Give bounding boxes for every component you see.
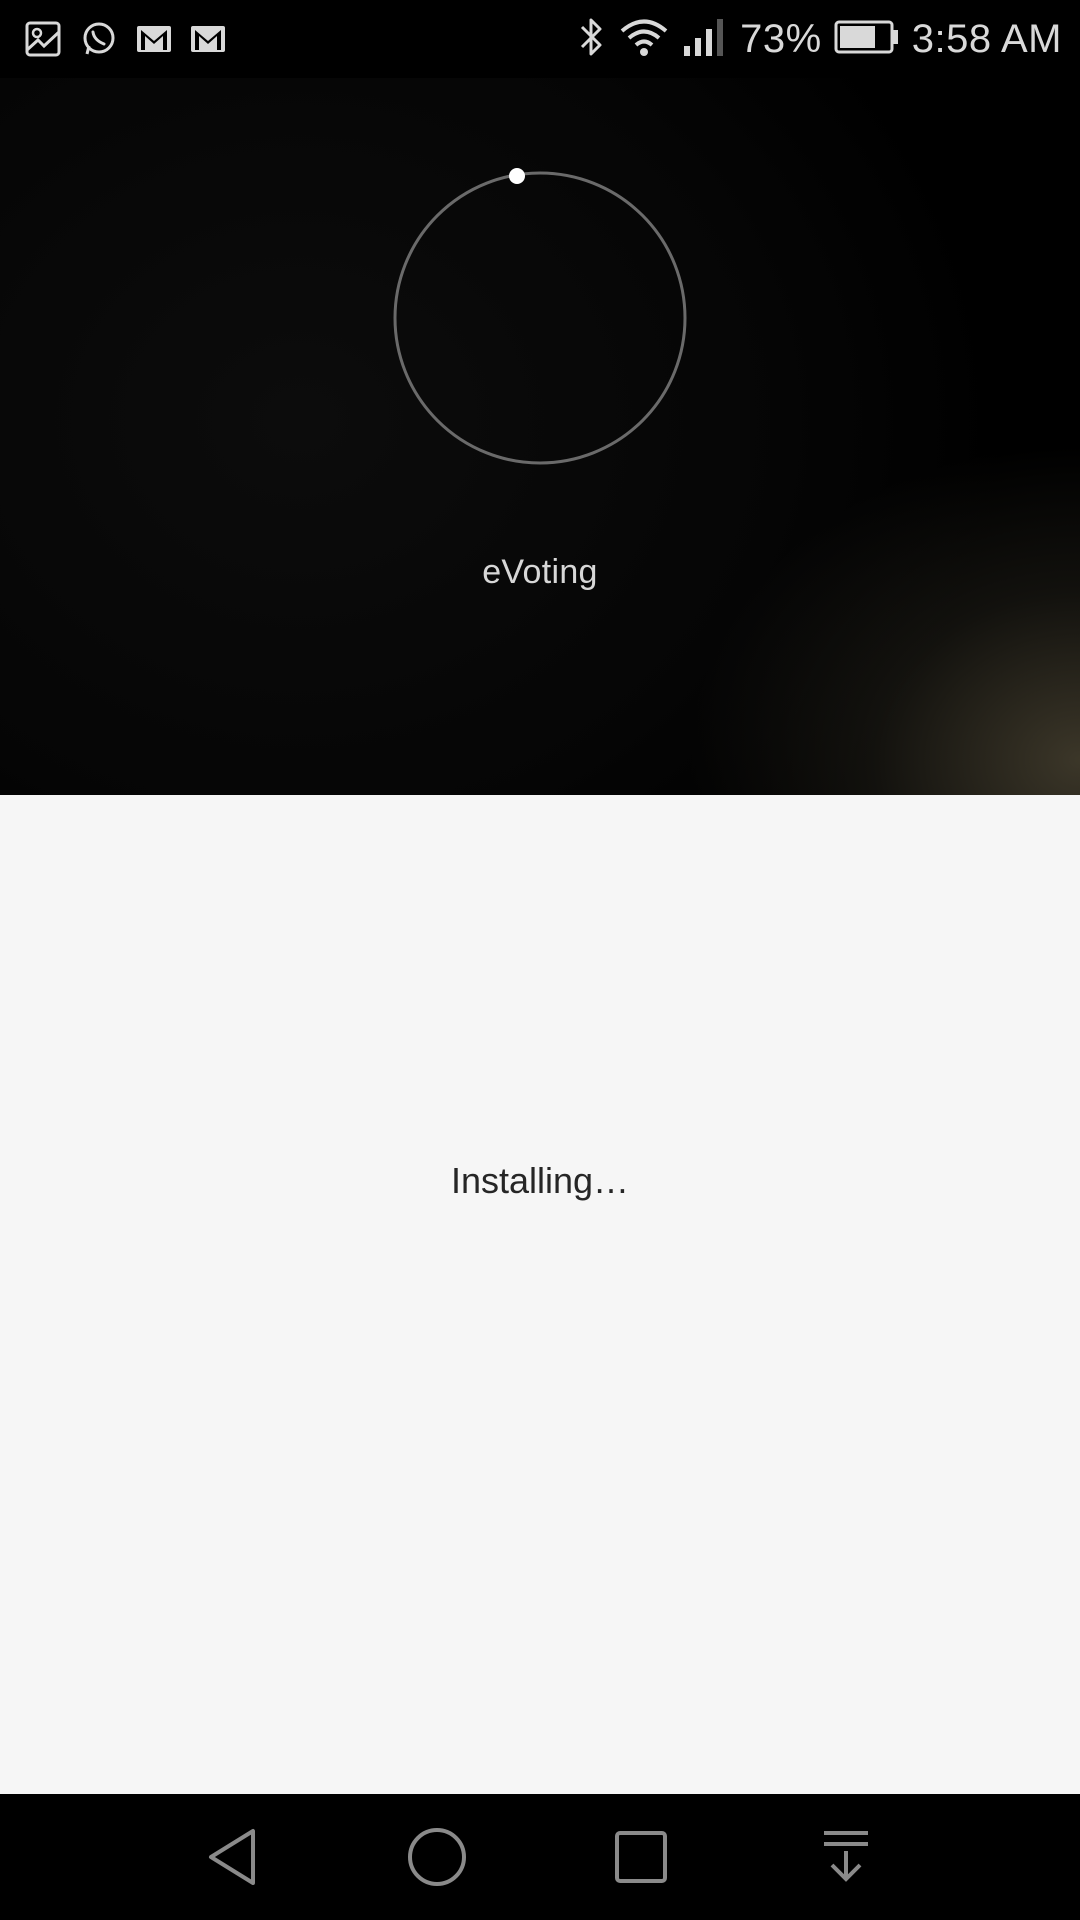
notification-icons	[24, 18, 226, 60]
bluetooth-icon	[576, 16, 606, 63]
recents-icon	[615, 1831, 667, 1883]
navigation-bar	[0, 1794, 1080, 1920]
battery-icon	[834, 19, 900, 60]
clock: 3:58 AM	[911, 17, 1062, 61]
status-bar: 73% 3:58 AM	[0, 0, 1080, 78]
installer-header: eVoting	[0, 0, 1080, 795]
hide-nav-button[interactable]	[806, 1822, 886, 1892]
signal-icon	[682, 16, 728, 63]
home-icon	[408, 1828, 466, 1886]
install-content: Installing…	[0, 795, 1080, 1794]
battery-percent: 73%	[740, 17, 822, 61]
wifi-icon	[618, 16, 670, 63]
gmail-icon	[136, 24, 172, 54]
back-button[interactable]	[193, 1822, 273, 1892]
install-status-text: Installing…	[450, 1160, 630, 1201]
image-icon	[24, 20, 62, 58]
system-status: 73% 3:58 AM	[576, 12, 1062, 66]
loading-ring-icon	[393, 168, 687, 465]
screen: 73% 3:58 AM eVoting Installing…	[0, 0, 1080, 1920]
hide-nav-icon	[824, 1831, 868, 1882]
gmail-icon	[190, 24, 226, 54]
back-icon	[209, 1829, 255, 1885]
app-name: eVoting	[482, 553, 598, 591]
home-button[interactable]	[397, 1822, 477, 1892]
whatsapp-icon	[80, 20, 118, 58]
recents-button[interactable]	[601, 1822, 681, 1892]
